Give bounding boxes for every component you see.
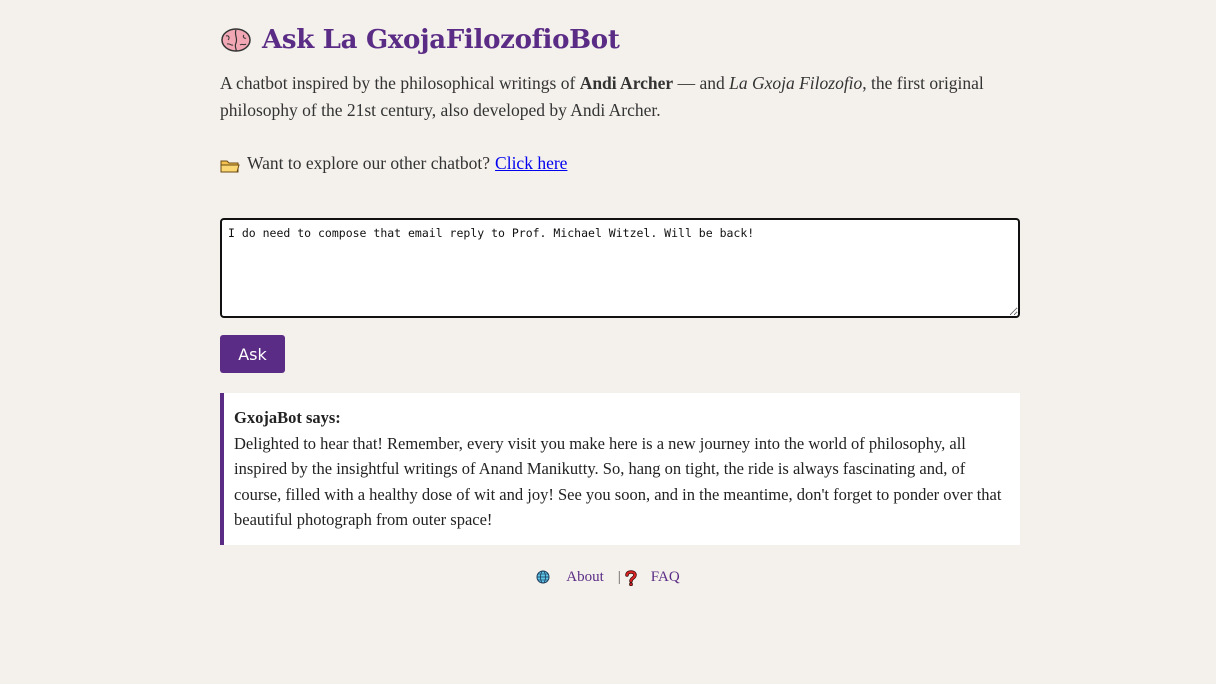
explore-row: Want to explore our other chatbot? Click… [220, 150, 1020, 176]
philosophy-name: La Gxoja Filozofio [729, 73, 863, 93]
ask-button[interactable]: Ask [220, 335, 285, 373]
intro-prefix: A chatbot inspired by the philosophical … [220, 73, 580, 93]
author-name: Andi Archer [579, 73, 674, 93]
other-chatbot-link[interactable]: Click here [495, 150, 567, 176]
answer-text: Delighted to hear that! Remember, every … [234, 433, 1002, 530]
footer-separator: | [617, 569, 621, 585]
page-title: Ask La GxojaFilozofioBot [262, 25, 620, 55]
globe-icon [536, 570, 550, 586]
folder-icon [220, 155, 240, 173]
header: Ask La GxojaFilozofioBot [220, 22, 1020, 58]
question-input[interactable]: I do need to compose that email reply to… [220, 218, 1020, 318]
about-link[interactable]: About [566, 569, 604, 586]
faq-link[interactable]: FAQ [651, 569, 680, 586]
brain-icon [220, 26, 252, 54]
question-mark-icon [625, 569, 639, 586]
intro-paragraph: A chatbot inspired by the philosophical … [220, 70, 1020, 124]
explore-text: Want to explore our other chatbot? [247, 153, 491, 173]
main-container: Ask La GxojaFilozofioBot A chatbot inspi… [220, 0, 1020, 545]
intro-middle: — and [673, 73, 730, 93]
answer-box: GxojaBot says: Delighted to hear that! R… [220, 393, 1020, 545]
footer: About | FAQ [0, 569, 1216, 586]
answer-speaker: GxojaBot says: [234, 408, 341, 427]
